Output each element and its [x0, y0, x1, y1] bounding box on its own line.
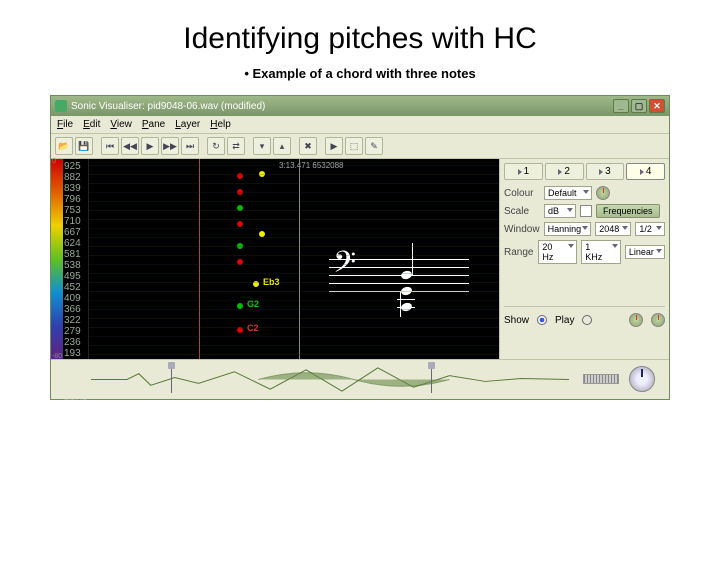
colour-label: Colour [504, 188, 540, 199]
play-label: Play [555, 315, 574, 326]
freq-tick: 236 [64, 337, 87, 348]
rewind-start-button[interactable]: ⏮ [101, 137, 119, 155]
scale-label: Scale [504, 206, 540, 217]
freq-tick: 753 [64, 205, 87, 216]
range-lo-select[interactable]: 20 Hz [538, 240, 577, 264]
edit-tool[interactable]: ✎ [365, 137, 383, 155]
rewind-button[interactable]: ◀◀ [121, 137, 139, 155]
forward-button[interactable]: ▶▶ [161, 137, 179, 155]
freq-tick: 409 [64, 293, 87, 304]
range-scale-select[interactable]: Linear [625, 245, 665, 259]
gain-knob[interactable] [629, 313, 643, 327]
forward-end-button[interactable]: ⏭ [181, 137, 199, 155]
menu-help[interactable]: Help [210, 119, 231, 130]
properties-panel: 1 2 3 4 Colour Default Scale dB Frequenc… [499, 159, 669, 359]
freq-tick: 193 [64, 348, 87, 359]
toolbar: 📂 💾 ⏮ ◀◀ ▶ ▶▶ ⏭ ↻ ⇄ ▾ ▴ ✖ ▶ ⬚ ✎ [51, 134, 669, 159]
menubar: File Edit View Pane Layer Help [51, 116, 669, 134]
freq-tick: 279 [64, 326, 87, 337]
scale-select[interactable]: dB [544, 204, 576, 218]
window-label: Window [504, 224, 540, 235]
freq-axis: 9258828397967537106676245815384954524093… [63, 159, 89, 359]
freq-tick: 366 [64, 304, 87, 315]
colour-scale-bar: 0 -80 [51, 159, 63, 359]
notehead [400, 270, 413, 281]
menu-view[interactable]: View [110, 119, 132, 130]
harmonic-dot [237, 221, 243, 227]
slide-bullet: • Example of a chord with three notes [0, 66, 720, 81]
freq-tick: 839 [64, 183, 87, 194]
freq-tick: 882 [64, 172, 87, 183]
level-meter [583, 374, 619, 384]
freq-tick: 538 [64, 260, 87, 271]
bass-clef-staff: 𝄢 [329, 251, 469, 321]
spectrogram[interactable]: 3:13.471 6532088 Eb3 G2 [89, 159, 499, 359]
select-tool[interactable]: ⬚ [345, 137, 363, 155]
show-toggle[interactable] [537, 315, 547, 325]
freq-tick: 322 [64, 315, 87, 326]
close-button[interactable]: ✕ [649, 99, 665, 113]
freq-tick: 624 [64, 238, 87, 249]
layer-tabs: 1 2 3 4 [504, 163, 665, 180]
tool-a-button[interactable]: ▾ [253, 137, 271, 155]
overview-marker-end[interactable] [431, 366, 432, 393]
window-type-select[interactable]: Hanning [544, 222, 592, 236]
loop-sel-button[interactable]: ⇄ [227, 137, 245, 155]
playhead[interactable] [299, 159, 300, 359]
minimize-button[interactable]: _ [613, 99, 629, 113]
selection-start[interactable] [199, 159, 200, 359]
pointer-tool[interactable]: ▶ [325, 137, 343, 155]
spectrogram-pane[interactable]: 0 -80 9258828397967537106676245815384954… [51, 159, 499, 359]
titlebar-text: Sonic Visualiser: pid9048-06.wav (modifi… [71, 101, 613, 112]
menu-layer[interactable]: Layer [175, 119, 200, 130]
save-button[interactable]: 💾 [75, 137, 93, 155]
titlebar[interactable]: Sonic Visualiser: pid9048-06.wav (modifi… [51, 96, 669, 116]
maximize-button[interactable]: ▢ [631, 99, 647, 113]
scale-chip[interactable] [580, 205, 592, 217]
slide-title: Identifying pitches with HC [0, 22, 720, 56]
freq-tick: 667 [64, 227, 87, 238]
scale-top: 0 [52, 158, 56, 165]
overview-marker-start[interactable] [171, 366, 172, 393]
pan-knob[interactable] [651, 313, 665, 327]
frequencies-button[interactable]: Frequencies [596, 204, 660, 218]
freq-tick: 925 [64, 161, 87, 172]
show-label: Show [504, 315, 529, 326]
delete-button[interactable]: ✖ [299, 137, 317, 155]
tab-3[interactable]: 3 [586, 163, 625, 180]
tab-1[interactable]: 1 [504, 163, 543, 180]
menu-file[interactable]: File [57, 119, 73, 130]
window-size-select[interactable]: 2048 [595, 222, 631, 236]
colour-rotation-knob[interactable] [596, 186, 610, 200]
freq-tick: 710 [64, 216, 87, 227]
play-toggle[interactable] [582, 315, 592, 325]
freq-tick: 796 [64, 194, 87, 205]
colour-select[interactable]: Default [544, 186, 592, 200]
open-button[interactable]: 📂 [55, 137, 73, 155]
freq-tick: 581 [64, 249, 87, 260]
play-button[interactable]: ▶ [141, 137, 159, 155]
tab-2[interactable]: 2 [545, 163, 584, 180]
menu-pane[interactable]: Pane [142, 119, 165, 130]
freq-tick: 452 [64, 282, 87, 293]
window-overlap-select[interactable]: 1/2 [635, 222, 665, 236]
overview-pane[interactable] [51, 359, 669, 399]
freq-tick: 495 [64, 271, 87, 282]
loop-button[interactable]: ↻ [207, 137, 225, 155]
waveform[interactable] [91, 364, 569, 395]
tab-4[interactable]: 4 [626, 163, 665, 180]
menu-edit[interactable]: Edit [83, 119, 100, 130]
app-icon [55, 100, 67, 112]
range-hi-select[interactable]: 1 KHz [581, 240, 621, 264]
tool-b-button[interactable]: ▴ [273, 137, 291, 155]
app-window: Sonic Visualiser: pid9048-06.wav (modifi… [50, 95, 670, 400]
range-label: Range [504, 247, 534, 258]
note-c2-label: C2 [247, 323, 259, 333]
playback-dial[interactable] [629, 366, 655, 392]
